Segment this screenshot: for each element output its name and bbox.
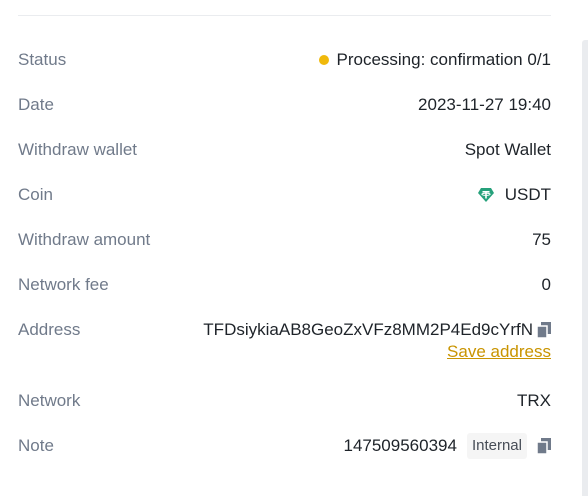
- copy-note-icon[interactable]: [537, 438, 551, 454]
- wallet-label: Withdraw wallet: [18, 140, 138, 159]
- coin-row: Coin USDT: [18, 173, 551, 217]
- note-text: 147509560394: [343, 436, 457, 455]
- internal-badge: Internal: [466, 433, 527, 459]
- date-value: 2023-11-27 19:40: [418, 95, 551, 114]
- note-label: Note: [18, 436, 54, 455]
- note-value: 147509560394 Internal: [343, 424, 551, 468]
- wallet-value: Spot Wallet: [464, 140, 551, 159]
- address-value-block: TFDsiykiaAB8GeoZxVFz8MM2P4Ed9cYrfN Save …: [203, 308, 551, 361]
- scrollbar[interactable]: [582, 40, 588, 496]
- network-label: Network: [18, 391, 81, 410]
- fee-value: 0: [541, 275, 551, 294]
- status-text: Processing: confirmation 0/1: [336, 50, 552, 69]
- date-row: Date 2023-11-27 19:40: [18, 83, 551, 127]
- amount-label: Withdraw amount: [18, 230, 151, 249]
- top-divider: [18, 15, 551, 16]
- fee-label: Network fee: [18, 275, 109, 294]
- fee-row: Network fee 0: [18, 263, 551, 307]
- note-row: Note 147509560394 Internal: [18, 424, 551, 468]
- date-label: Date: [18, 95, 54, 114]
- amount-row: Withdraw amount 75: [18, 218, 551, 262]
- copy-address-icon[interactable]: [537, 322, 551, 338]
- status-dot-icon: [318, 55, 329, 65]
- status-value: Processing: confirmation 0/1: [318, 38, 552, 82]
- status-label: Status: [18, 50, 67, 69]
- coin-label: Coin: [18, 185, 53, 204]
- coin-value: USDT: [477, 173, 551, 217]
- network-row: Network TRX: [18, 379, 551, 423]
- coin-text: USDT: [504, 185, 551, 204]
- address-label: Address: [18, 320, 81, 339]
- address-row: Address TFDsiykiaAB8GeoZxVFz8MM2P4Ed9cYr…: [18, 308, 551, 361]
- tether-icon: [477, 186, 495, 204]
- save-address-link[interactable]: Save address: [447, 343, 551, 361]
- wallet-row: Withdraw wallet Spot Wallet: [18, 128, 551, 172]
- amount-value: 75: [532, 230, 551, 249]
- status-row: Status Processing: confirmation 0/1: [18, 38, 551, 82]
- network-value: TRX: [517, 391, 551, 410]
